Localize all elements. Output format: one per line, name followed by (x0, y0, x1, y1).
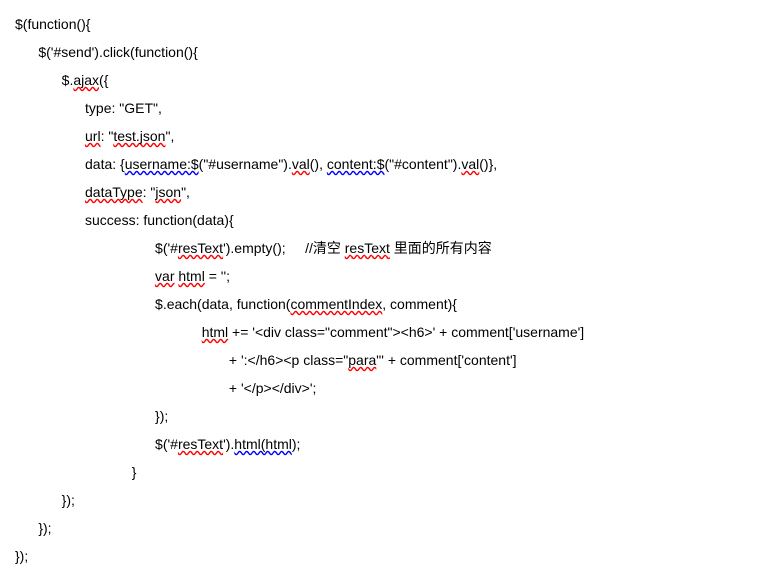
code-line-10: var html = ''; (15, 268, 230, 284)
code-line-11: $.each(data, function(commentIndex, comm… (15, 296, 457, 312)
code-line-18: }); (15, 492, 75, 508)
code-line-17: } (15, 464, 136, 480)
code-line-20: }); (15, 548, 28, 564)
code-line-1: $(function(){ (15, 16, 90, 32)
code-line-7: dataType: "json", (15, 184, 190, 200)
code-line-19: }); (15, 520, 52, 536)
code-line-3: $.ajax({ (15, 72, 108, 88)
code-line-8: success: function(data){ (15, 212, 234, 228)
code-snippet: $(function(){ $('#send').click(function(… (15, 10, 764, 570)
code-line-9: $('#resText').empty(); //清空 resText 里面的所… (15, 240, 492, 256)
code-line-16: $('#resText').html(html); (15, 436, 300, 452)
code-line-13: + ':</h6><p class="para"' + comment['con… (15, 352, 517, 368)
code-line-14: + '</p></div>'; (15, 380, 316, 396)
code-line-4: type: "GET", (15, 100, 162, 116)
code-line-5: url: "test.json", (15, 128, 174, 144)
code-line-12: html += '<div class="comment"><h6>' + co… (15, 324, 584, 340)
code-line-15: }); (15, 408, 168, 424)
code-line-2: $('#send').click(function(){ (15, 44, 198, 60)
code-line-6: data: {username:$("#username").val(), co… (15, 156, 497, 172)
